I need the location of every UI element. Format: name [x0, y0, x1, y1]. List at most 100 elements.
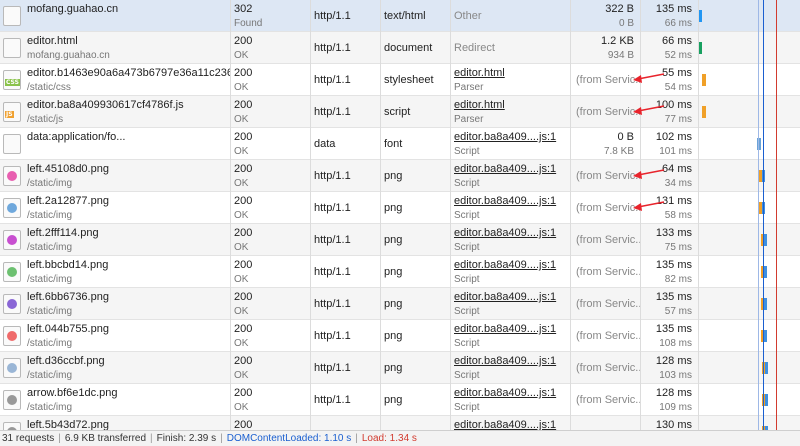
protocol-cell: http/1.1 [310, 0, 380, 32]
request-row[interactable]: JS editor.ba8a409930617cf4786f.js/static/… [0, 96, 800, 128]
request-row[interactable]: left.45108d0.png/static/img 200 OK http/1.1… [0, 160, 800, 192]
latency-value: 54 ms [664, 82, 692, 93]
request-name[interactable]: left.45108d0.png [27, 163, 109, 175]
status-code: 200 [234, 387, 253, 399]
request-name[interactable]: left.6bb6736.png [27, 291, 109, 303]
request-path: /static/img [27, 402, 73, 413]
request-row[interactable]: editor.html mofang.guahao.cn 200 OK http/1.1… [0, 32, 800, 64]
time-value: 55 ms [662, 67, 692, 79]
initiator-cell: editor.ba8a409....js:1 Script [450, 288, 570, 320]
status-text: OK [234, 82, 249, 93]
initiator-type: Script [454, 274, 480, 285]
initiator-type: Script [454, 370, 480, 381]
status-cell: 200 OK [230, 288, 310, 320]
initiator-cell: editor.ba8a409....js:1 [450, 416, 570, 430]
request-name[interactable]: left.bbcbd14.png [27, 259, 108, 271]
js-file-icon: JS [3, 102, 21, 122]
initiator-link[interactable]: editor.ba8a409....js:1 [454, 131, 556, 143]
request-name[interactable]: editor.ba8a409930617cf4786f.js [27, 99, 184, 111]
size-value: 1.2 KB [600, 35, 634, 47]
initiator-link[interactable]: editor.ba8a409....js:1 [454, 355, 556, 367]
initiator-link[interactable]: editor.ba8a409....js:1 [454, 195, 556, 207]
time-cell: 102 ms 101 ms [640, 128, 698, 160]
waterfall-bar [759, 170, 765, 182]
latency-value: 57 ms [664, 306, 692, 317]
request-name-cell: CSS editor.b1463e90a6a473b6797e36a11c2367… [0, 64, 230, 96]
waterfall-cell [698, 352, 800, 384]
image-thumbnail [7, 331, 17, 341]
initiator-link[interactable]: editor.ba8a409....js:1 [454, 419, 556, 430]
size-value: (from Servic... [576, 266, 640, 278]
request-name[interactable]: editor.b1463e90a6a473b6797e36a11c23673d.… [27, 67, 230, 79]
annotation-arrow [633, 105, 665, 115]
protocol-value: http/1.1 [314, 298, 351, 310]
status-code: 200 [234, 259, 253, 271]
initiator-type: Parser [454, 82, 484, 93]
status-cell: 200 OK [230, 96, 310, 128]
protocol-value: http/1.1 [314, 330, 351, 342]
time-cell: 128 ms 109 ms [640, 384, 698, 416]
request-count: 31 requests [2, 433, 55, 444]
initiator-link[interactable]: editor.html [454, 99, 505, 111]
request-name[interactable]: data:application/fo... [27, 131, 125, 143]
protocol-value: http/1.1 [314, 202, 351, 214]
request-name[interactable]: left.2a12877.png [27, 195, 109, 207]
column-divider [698, 0, 699, 430]
request-name[interactable]: mofang.guahao.cn [27, 3, 118, 15]
resource-type: png [384, 170, 403, 182]
time-value: 64 ms [662, 163, 692, 175]
request-name[interactable]: left.044b755.png [27, 323, 109, 335]
waterfall-cell [698, 160, 800, 192]
initiator-type: Parser [454, 114, 484, 125]
request-name[interactable]: editor.html [27, 35, 78, 47]
initiator-link[interactable]: editor.ba8a409....js:1 [454, 291, 556, 303]
request-row[interactable]: arrow.bf6e1dc.png/static/img 200 OK http/1.… [0, 384, 800, 416]
initiator-link[interactable]: editor.html [454, 67, 505, 79]
initiator-type: Script [454, 146, 480, 157]
size-value: (from Servic... [576, 330, 640, 342]
request-row[interactable]: CSS editor.b1463e90a6a473b6797e36a11c2367… [0, 64, 800, 96]
status-cell: 200 [230, 416, 310, 430]
request-path: /static/img [27, 306, 73, 317]
status-cell: 302 Found [230, 0, 310, 32]
initiator-link[interactable]: editor.ba8a409....js:1 [454, 163, 556, 175]
request-row[interactable]: mofang.guahao.cn 302 Found http/1.1 text/htm… [0, 0, 800, 32]
resource-type: stylesheet [384, 74, 434, 86]
request-name[interactable]: left.d36ccbf.png [27, 355, 105, 367]
request-row[interactable]: left.2fff114.png/static/img 200 OK http/1.1… [0, 224, 800, 256]
size-cell: (from Servic... [570, 96, 640, 128]
protocol-value: http/1.1 [314, 234, 351, 246]
time-cell: 135 ms 66 ms [640, 0, 698, 32]
image-file-icon [3, 262, 21, 282]
request-row[interactable]: left.2a12877.png/static/img 200 OK http/1.1… [0, 192, 800, 224]
request-row[interactable]: left.5b43d72.png 200 editor.ba8a409....js:… [0, 416, 800, 430]
request-row[interactable]: left.bbcbd14.png/static/img 200 OK http/1.1… [0, 256, 800, 288]
image-file-icon [3, 358, 21, 378]
initiator-link[interactable]: editor.ba8a409....js:1 [454, 259, 556, 271]
initiator-link[interactable]: editor.ba8a409....js:1 [454, 387, 556, 399]
size-cell: (from Servic... [570, 160, 640, 192]
size-value: (from Servic... [576, 202, 640, 214]
waterfall-cell [698, 128, 800, 160]
size-cell: (from Servic... [570, 320, 640, 352]
request-name-cell: left.bbcbd14.png/static/img [0, 256, 230, 288]
request-row[interactable]: left.044b755.png/static/img 200 OK http/1.1… [0, 320, 800, 352]
status-code: 302 [234, 3, 253, 15]
network-request-table: mofang.guahao.cn 302 Found http/1.1 text/htm… [0, 0, 800, 430]
column-divider [310, 0, 311, 430]
request-row[interactable]: left.d36ccbf.png/static/img 200 OK http/1.1… [0, 352, 800, 384]
request-name[interactable]: left.2fff114.png [27, 227, 99, 239]
waterfall-bar [702, 74, 706, 86]
protocol-value: http/1.1 [314, 362, 351, 374]
latency-value: 52 ms [664, 50, 692, 61]
initiator-cell: editor.ba8a409....js:1 Script [450, 192, 570, 224]
request-name[interactable]: left.5b43d72.png [27, 419, 109, 430]
type-cell: png [380, 224, 450, 256]
request-row[interactable]: left.6bb6736.png/static/img 200 OK http/1.1… [0, 288, 800, 320]
request-name[interactable]: arrow.bf6e1dc.png [27, 387, 118, 399]
type-cell: script [380, 96, 450, 128]
initiator-link[interactable]: editor.ba8a409....js:1 [454, 323, 556, 335]
initiator-type: Script [454, 338, 480, 349]
initiator-link[interactable]: editor.ba8a409....js:1 [454, 227, 556, 239]
request-row[interactable]: data:application/fo... 200 OK data font edito… [0, 128, 800, 160]
